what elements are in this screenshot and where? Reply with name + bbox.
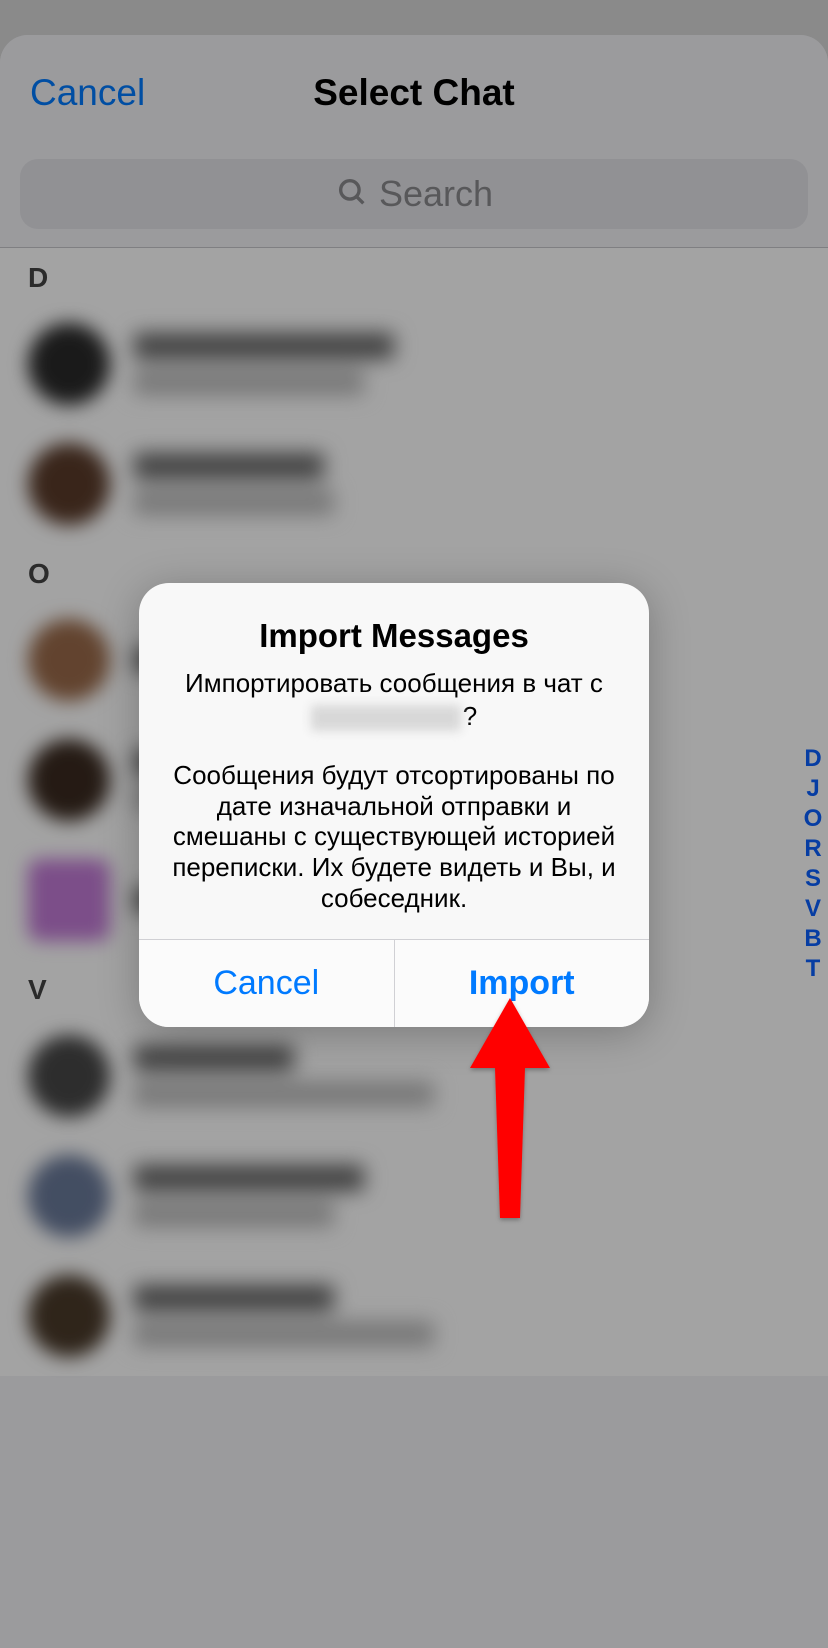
alert-buttons: Cancel Import <box>139 939 649 1027</box>
alert-prompt: Импортировать сообщения в чат с ? <box>167 667 621 732</box>
alert-import-button[interactable]: Import <box>394 940 650 1027</box>
alert-title: Import Messages <box>167 617 621 655</box>
alert-prompt-suffix: ? <box>463 701 477 731</box>
alert-prompt-prefix: Импортировать сообщения в чат с <box>185 668 603 698</box>
alert-chat-name-redacted <box>311 705 461 731</box>
alert-cancel-button[interactable]: Cancel <box>139 940 394 1027</box>
import-messages-alert: Import Messages Импортировать сообщения … <box>139 583 649 1027</box>
alert-message: Сообщения будут отсортированы по дате из… <box>167 760 621 913</box>
alert-body: Import Messages Импортировать сообщения … <box>139 583 649 939</box>
